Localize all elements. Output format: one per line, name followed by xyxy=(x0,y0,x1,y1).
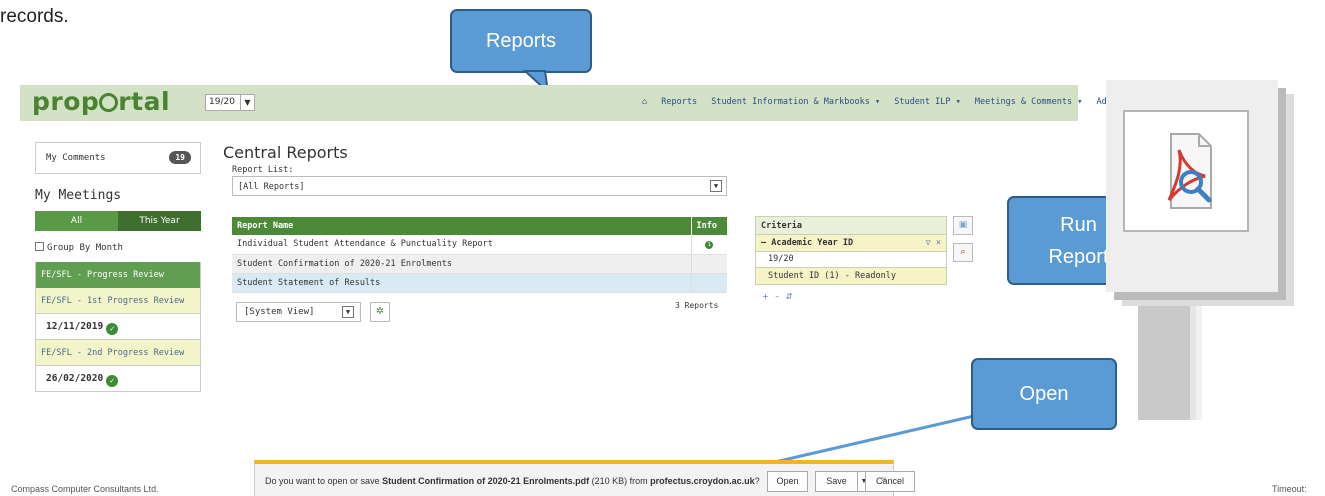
download-file-name: Student Confirmation of 2020-21 Enrolmen… xyxy=(382,476,590,486)
nav-student-info[interactable]: Student Information & Markbooks ▾ xyxy=(711,97,880,107)
review-item-label[interactable]: FE/SFL - 2nd Progress Review xyxy=(35,340,201,366)
my-comments[interactable]: My Comments 19 xyxy=(35,142,201,174)
main-nav: ⌂ Reports Student Information & Markbook… xyxy=(642,97,1152,107)
info-cell[interactable]: i xyxy=(690,235,727,255)
report-list-select[interactable]: [All Reports] ▼ xyxy=(232,176,727,196)
year-select[interactable]: 19/20 ▼ xyxy=(205,94,255,111)
nav-meetings[interactable]: Meetings & Comments ▾ xyxy=(975,97,1082,107)
zoomed-run-report-button xyxy=(1123,110,1249,232)
footer-company: Compass Computer Consultants Ltd. xyxy=(11,484,159,494)
home-icon[interactable]: ⌂ xyxy=(642,97,647,107)
criteria-header: Criteria xyxy=(756,217,946,235)
page-title: Central Reports xyxy=(223,143,348,162)
criteria-student[interactable]: Student ID (1) - Readonly xyxy=(756,267,946,284)
criteria-controls[interactable]: + – ⇵ xyxy=(762,292,795,301)
zoomed-run-report-panel xyxy=(1106,80,1278,292)
my-meetings-title: My Meetings xyxy=(35,188,122,203)
report-name[interactable]: Individual Student Attendance & Punctual… xyxy=(232,235,691,255)
review-date-text: 12/11/2019 xyxy=(46,321,104,332)
download-message: Do you want to open or save Student Conf… xyxy=(265,476,760,486)
report-list-value: [All Reports] xyxy=(238,182,305,192)
save-button[interactable]: Save xyxy=(815,471,858,492)
criteria-group[interactable]: – Academic Year ID ▽ × xyxy=(756,235,946,252)
callout-run-line2: Report xyxy=(1048,245,1109,268)
review-item-date[interactable]: 12/11/2019 ✓ xyxy=(35,314,201,340)
sidebar: My Comments 19 My Meetings All This Year… xyxy=(35,142,201,392)
table-row[interactable]: Student Statement of Results xyxy=(232,273,727,293)
group-by-month[interactable]: Group By Month xyxy=(35,242,201,262)
callout-open: Open xyxy=(971,358,1117,430)
criteria-panel: Criteria – Academic Year ID ▽ × 19/20 St… xyxy=(755,216,947,285)
download-notification-bar: Do you want to open or save Student Conf… xyxy=(254,460,915,496)
review-date-text: 26/02/2020 xyxy=(46,373,104,384)
col-info[interactable]: Info xyxy=(690,217,727,235)
chevron-down-icon: ▼ xyxy=(710,180,722,192)
meeting-tabs: All This Year xyxy=(35,211,201,231)
cancel-button[interactable]: Cancel xyxy=(865,471,915,492)
pdf-report-icon xyxy=(1167,133,1212,209)
view-select-value: [System View] xyxy=(244,307,315,317)
report-count: 3 Reports xyxy=(675,301,719,310)
report-name[interactable]: Student Confirmation of 2020-21 Enrolmen… xyxy=(232,254,691,274)
table-header-row: Report Name Info xyxy=(232,217,727,235)
close-icon[interactable]: × xyxy=(881,474,887,486)
table-row[interactable]: Student Confirmation of 2020-21 Enrolmen… xyxy=(232,254,727,274)
callout-run-line1: Run xyxy=(1060,213,1097,236)
nav-student-ilp[interactable]: Student ILP ▾ xyxy=(894,97,961,107)
info-cell xyxy=(690,273,727,293)
preview-icon[interactable]: ▣ xyxy=(953,216,973,235)
decorative-shadow xyxy=(1138,296,1190,420)
info-icon[interactable]: i xyxy=(705,241,714,250)
report-table: Report Name Info Individual Student Atte… xyxy=(232,217,727,293)
filter-icon[interactable]: ▽ × xyxy=(926,238,941,248)
open-button[interactable]: Open xyxy=(767,471,808,492)
download-source: profectus.croydon.ac.uk xyxy=(650,476,755,486)
comments-count-badge: 19 xyxy=(169,151,191,164)
download-file-size: (210 KB) from xyxy=(589,476,651,486)
group-by-month-label: Group By Month xyxy=(47,243,123,253)
app-screenshot: prop rtal 19/20 ▼ ⌂ Reports Student Infor… xyxy=(20,85,1143,415)
check-circle-icon: ✓ xyxy=(106,323,119,335)
report-name[interactable]: Student Statement of Results xyxy=(232,273,691,293)
chevron-down-icon: ▼ xyxy=(240,95,254,110)
tab-all[interactable]: All xyxy=(35,211,118,231)
progress-review-header[interactable]: FE/SFL - Progress Review xyxy=(35,262,201,288)
logo: prop rtal xyxy=(32,87,171,116)
check-circle-icon: ✓ xyxy=(106,375,119,387)
nav-reports[interactable]: Reports xyxy=(661,97,697,107)
tab-this-year[interactable]: This Year xyxy=(118,211,201,231)
view-select[interactable]: [System View] ▼ xyxy=(236,302,361,322)
report-list-label: Report List: xyxy=(232,165,294,175)
review-item-label[interactable]: FE/SFL - 1st Progress Review xyxy=(35,288,201,314)
chevron-down-icon: ▼ xyxy=(342,306,354,318)
review-item-date[interactable]: 26/02/2020 ✓ xyxy=(35,366,201,392)
callout-open-pointer xyxy=(774,408,1001,464)
info-cell xyxy=(690,254,727,274)
download-message-suffix: ? xyxy=(754,476,760,486)
pdf-report-icon[interactable]: ⌕ xyxy=(953,243,973,262)
callout-open-label: Open xyxy=(1019,382,1069,405)
table-row[interactable]: Individual Student Attendance & Punctual… xyxy=(232,235,727,255)
download-message-prefix: Do you want to open or save xyxy=(265,476,383,486)
criteria-value[interactable]: 19/20 xyxy=(756,252,946,267)
my-comments-label: My Comments xyxy=(46,153,106,163)
year-select-value: 19/20 xyxy=(209,97,235,107)
gear-icon[interactable]: ✲ xyxy=(370,302,390,322)
footer-timeout: Timeout: xyxy=(1272,484,1307,494)
criteria-group-label: – Academic Year ID xyxy=(761,238,854,248)
group-by-month-checkbox[interactable] xyxy=(35,242,44,251)
top-bar: prop rtal 19/20 ▼ ⌂ Reports Student Infor… xyxy=(20,85,1143,121)
col-report-name[interactable]: Report Name xyxy=(232,217,691,235)
